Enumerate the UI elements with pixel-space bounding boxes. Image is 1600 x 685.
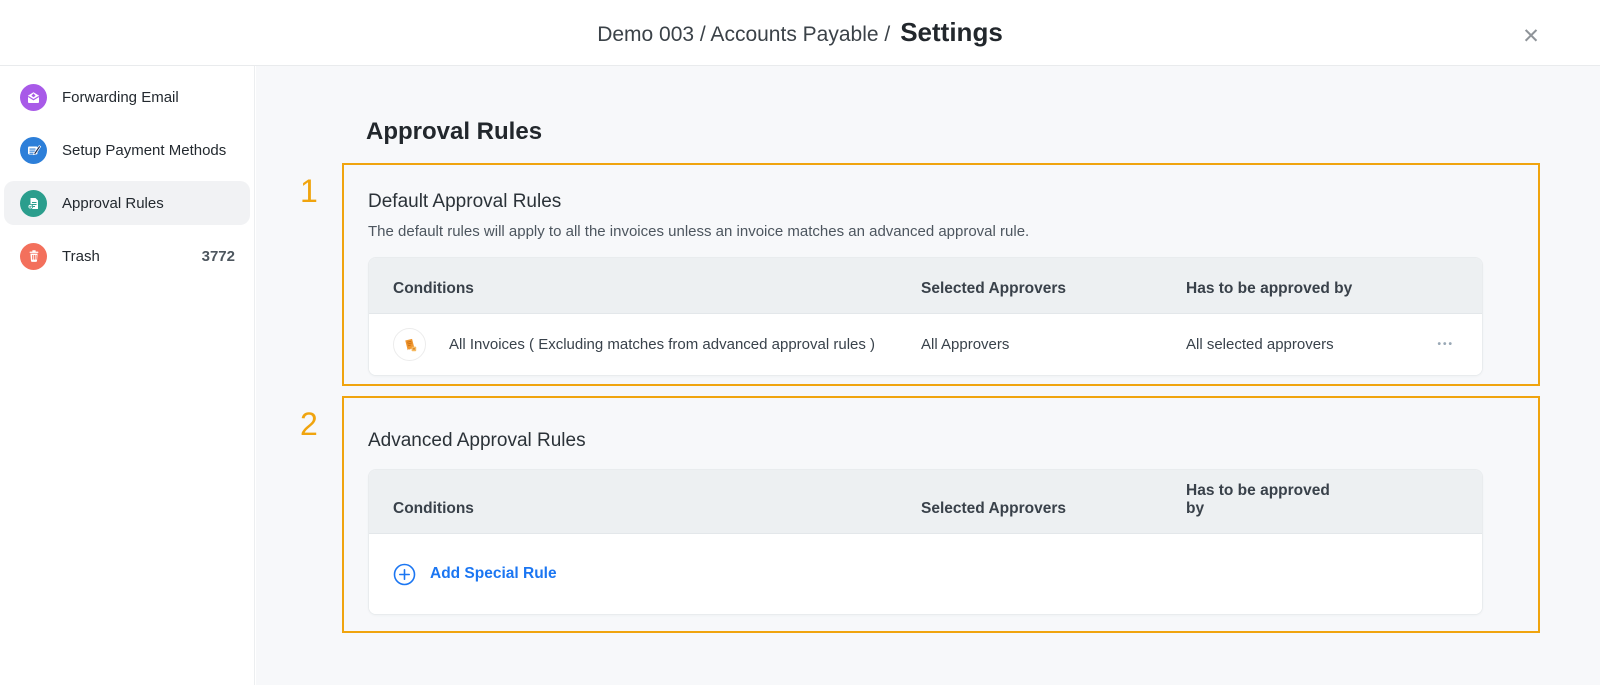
payment-methods-icon [20,136,47,164]
settings-window: Demo 003 / Accounts Payable / Settings ✕… [0,0,1600,685]
column-header-approved-by: Has to be approved by [1186,482,1330,517]
main-content: Approval Rules 1 Default Approval Rules … [256,66,1600,685]
section-description: The default rules will apply to all the … [368,223,1030,240]
mail-icon [20,83,47,111]
table-row: All Invoices ( Excluding matches from ad… [369,314,1482,375]
step-number-2: 2 [300,406,318,442]
selected-approvers-cell: All Approvers [921,336,1010,353]
page-title: Settings [900,17,1003,47]
table-header-row: Conditions Selected Approvers Has to be … [369,258,1482,314]
column-header-selected-approvers: Selected Approvers [921,280,1067,297]
section-default-approval-rules: 1 Default Approval Rules The default rul… [300,163,1540,386]
column-header-conditions: Conditions [393,280,474,297]
table-header-row: Conditions Selected Approvers Has to be … [369,470,1482,534]
breadcrumb: Demo 003 / Accounts Payable / Settings [597,17,1003,48]
sidebar-item-approval-rules[interactable]: Approval Rules [4,181,250,225]
invoice-icon [393,328,426,361]
sidebar-item-label: Approval Rules [62,194,164,212]
sidebar: Forwarding Email Setup Payment Methods A… [0,66,255,685]
advanced-rules-table: Conditions Selected Approvers Has to be … [368,469,1483,615]
step-number-1: 1 [300,173,318,209]
approval-rules-icon [20,189,47,217]
breadcrumb-path: Demo 003 / Accounts Payable / [597,23,891,46]
sidebar-item-trash[interactable]: Trash 3772 [4,234,250,278]
column-header-selected-approvers: Selected Approvers [921,500,1067,517]
column-header-conditions: Conditions [393,500,474,517]
column-header-approved-by: Has to be approved by [1186,280,1353,297]
trash-icon [20,242,47,270]
condition-text: All Invoices ( Excluding matches from ad… [449,336,876,353]
section-title: Advanced Approval Rules [368,430,586,451]
trash-count-badge: 3772 [201,247,235,265]
approved-by-text: All selected approvers [1186,336,1334,353]
default-rules-table: Conditions Selected Approvers Has to be … [368,257,1483,376]
sidebar-item-label: Forwarding Email [62,88,179,106]
more-options-icon[interactable]: ••• [1437,339,1454,350]
section-advanced-approval-rules: 2 Advanced Approval Rules Conditions Sel… [300,396,1540,633]
close-icon[interactable]: ✕ [1514,20,1548,54]
approved-by-cell: All selected approvers ••• [1186,336,1482,353]
add-special-rule-button[interactable]: Add Special Rule [369,534,1482,614]
sidebar-item-forwarding-email[interactable]: Forwarding Email [4,75,250,119]
header: Demo 003 / Accounts Payable / Settings ✕ [0,0,1600,66]
sidebar-item-setup-payment-methods[interactable]: Setup Payment Methods [4,128,250,172]
sidebar-item-label: Trash [62,247,100,265]
condition-cell: All Invoices ( Excluding matches from ad… [369,328,921,361]
add-special-rule-label: Add Special Rule [430,565,557,582]
plus-circle-icon [393,563,416,586]
sidebar-item-label: Setup Payment Methods [62,141,227,159]
main-title: Approval Rules [366,118,543,145]
section-title: Default Approval Rules [368,191,562,212]
